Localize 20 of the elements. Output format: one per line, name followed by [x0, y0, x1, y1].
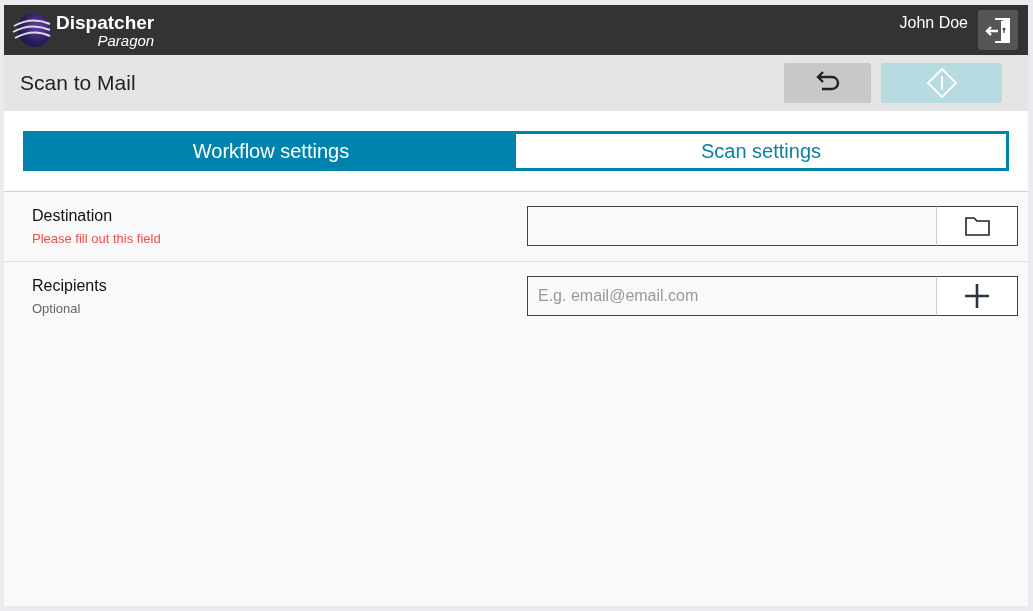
start-diamond-icon: [925, 67, 958, 99]
field-label: Destination: [32, 206, 114, 225]
plus-icon: [964, 283, 990, 309]
logout-button[interactable]: [978, 10, 1018, 50]
field-hint: Optional: [32, 300, 82, 316]
page-title: Scan to Mail: [20, 71, 136, 95]
input-field[interactable]: E.g. email@email.com: [527, 276, 936, 316]
user-name: John Doe: [899, 14, 968, 32]
folder-icon: [964, 216, 990, 236]
logo-icon: [12, 12, 52, 48]
exit-door-icon: [983, 15, 1013, 45]
back-button[interactable]: [784, 63, 871, 103]
tab[interactable]: Workflow settings: [26, 134, 516, 168]
browse-button[interactable]: [936, 206, 1018, 246]
error-message: Please fill out this field: [32, 230, 162, 246]
field-label: Recipients: [32, 276, 108, 295]
add-button[interactable]: [936, 276, 1018, 316]
input-field[interactable]: [527, 206, 936, 246]
brand-name: Dispatcher: [56, 12, 155, 32]
brand-subtitle: Paragon: [97, 32, 155, 48]
